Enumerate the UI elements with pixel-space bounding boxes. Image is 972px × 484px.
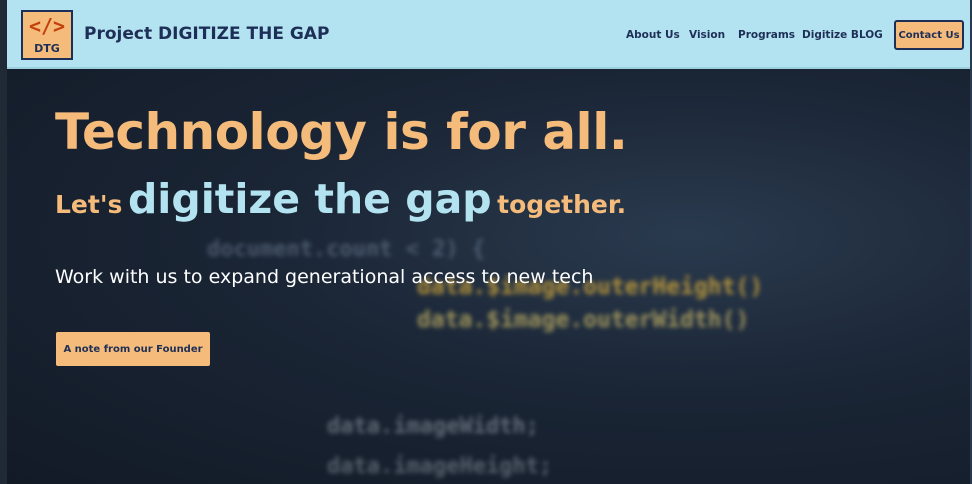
hero-section: document.count < 2) { data.$image.outerH… <box>7 69 972 484</box>
nav-link-blog[interactable]: Digitize BLOG <box>802 29 883 41</box>
nav-link-about[interactable]: About Us <box>626 29 680 41</box>
logo-text: DTG <box>34 42 60 55</box>
brand-title[interactable]: Project DIGITIZE THE GAP <box>84 24 329 44</box>
code-brackets-icon: </> <box>28 14 66 38</box>
subheadline-emphasis: digitize the gap <box>127 175 492 223</box>
hero-headline: Technology is for all. <box>55 103 628 161</box>
code-line: data.imageWidth; <box>327 414 539 439</box>
nav-link-programs[interactable]: Programs <box>738 29 795 41</box>
subheadline-prefix: Let's <box>55 190 123 219</box>
contact-us-button[interactable]: Contact Us <box>894 20 964 50</box>
code-line: data.$image.outerWidth() <box>417 307 750 333</box>
site-logo[interactable]: </> DTG <box>21 10 73 60</box>
founder-note-button[interactable]: A note from our Founder <box>56 332 210 366</box>
site-header: </> DTG Project DIGITIZE THE GAP About U… <box>7 0 972 69</box>
hero-subheadline: Let's digitize the gap together. <box>55 175 626 223</box>
hero-tagline: Work with us to expand generational acce… <box>55 266 594 288</box>
subheadline-suffix: together. <box>497 190 627 219</box>
code-line: data.imageHeight; <box>327 454 553 479</box>
code-line: document.count < 2) { <box>207 237 486 262</box>
nav-link-vision[interactable]: Vision <box>689 29 725 41</box>
page-frame: </> DTG Project DIGITIZE THE GAP About U… <box>0 0 972 484</box>
